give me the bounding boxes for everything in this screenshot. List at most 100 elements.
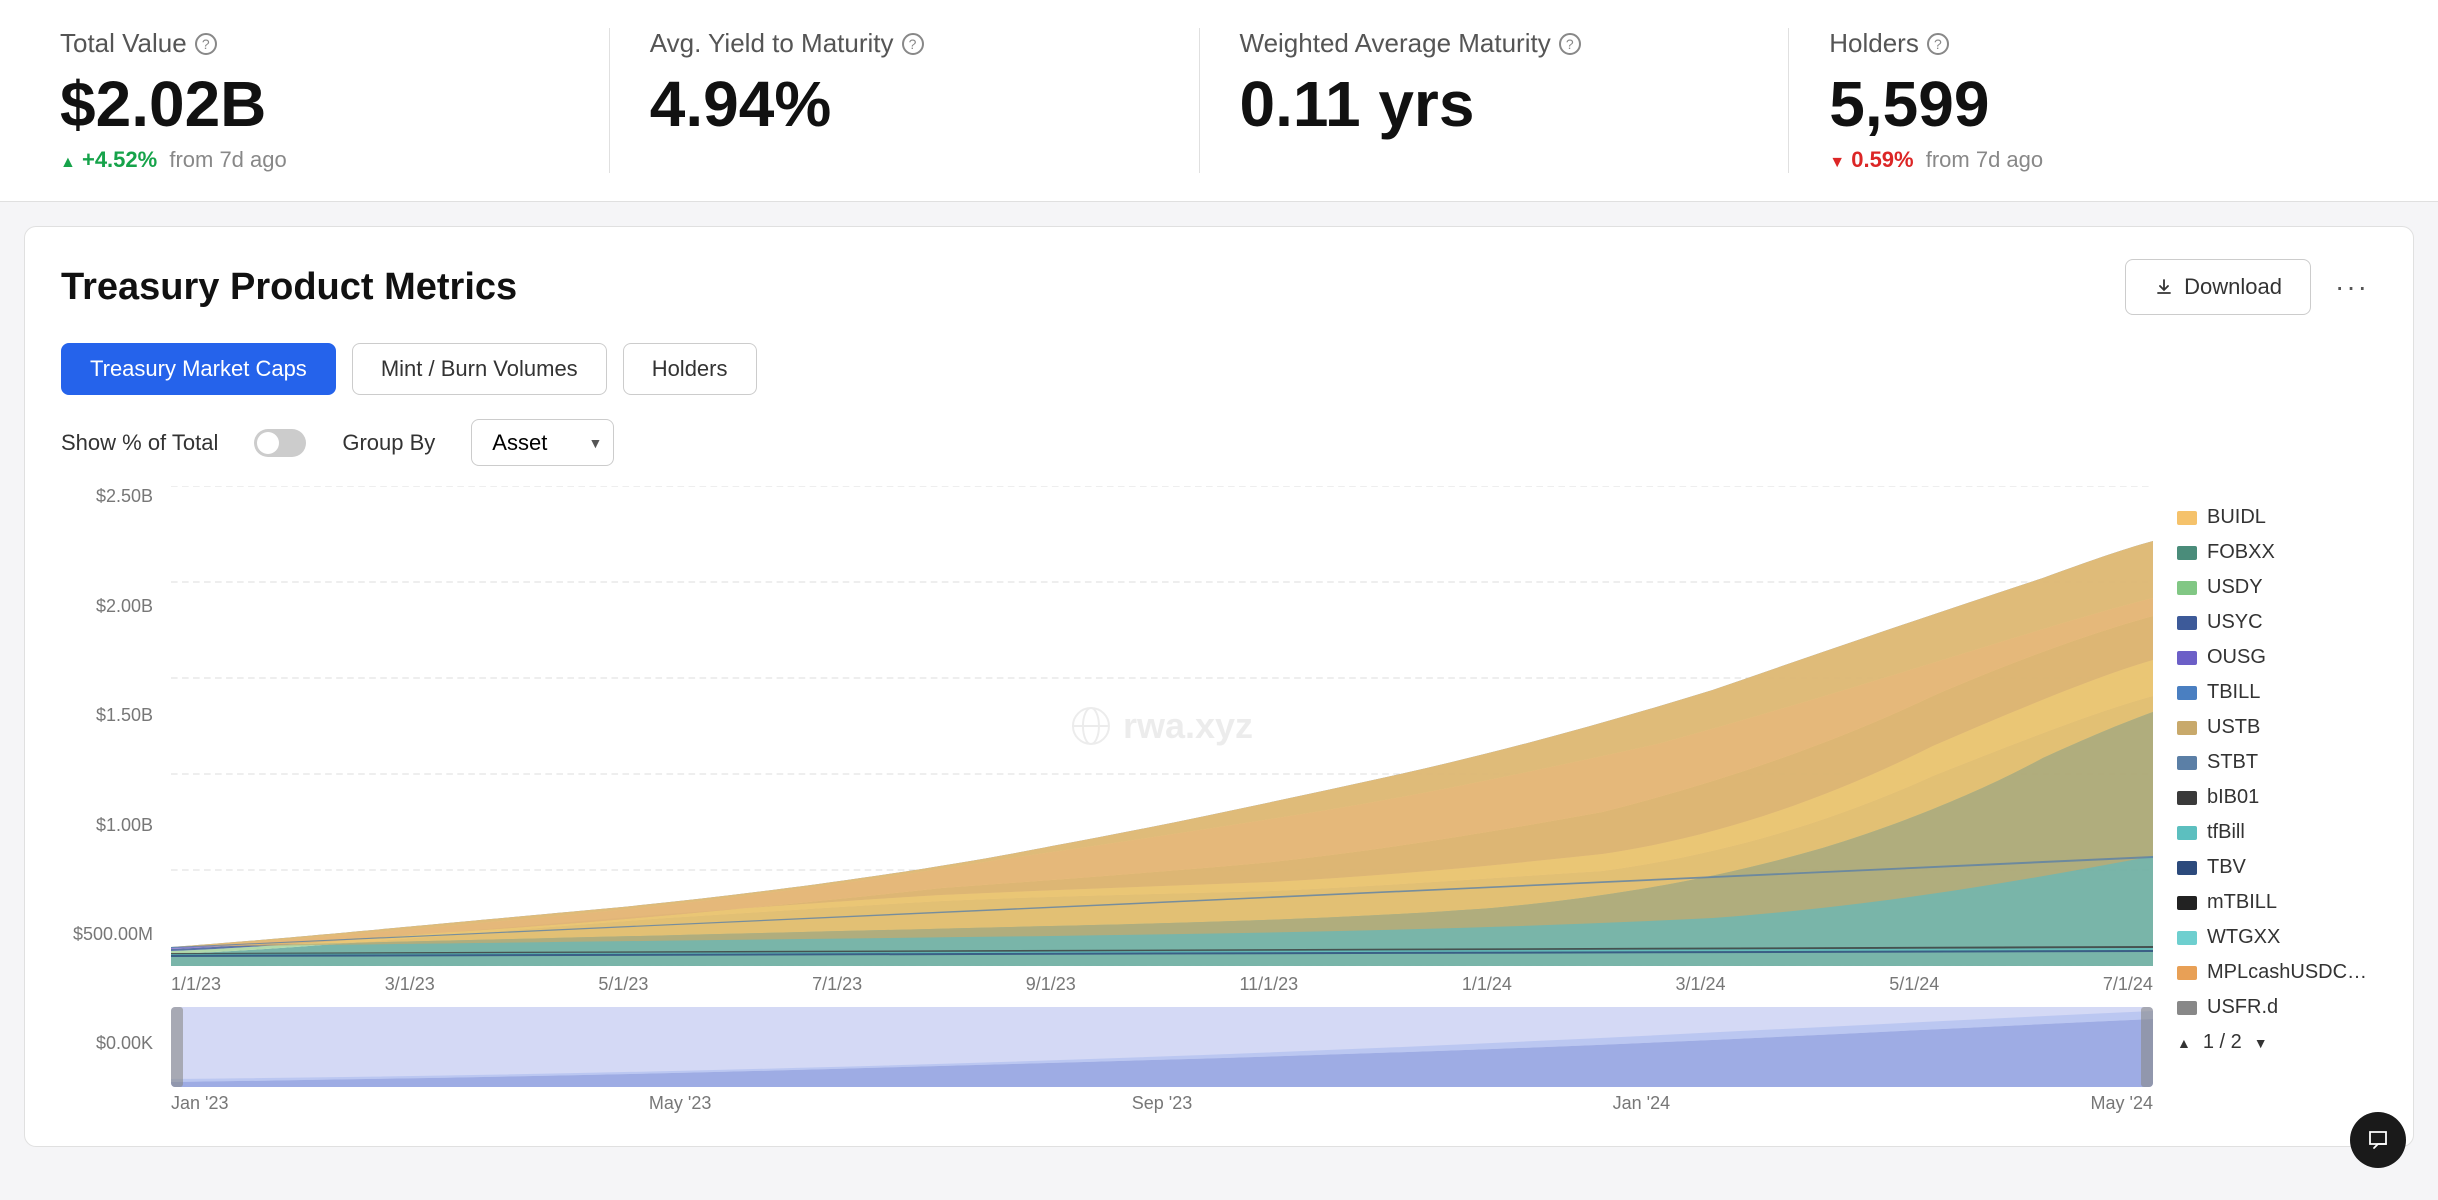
legend-label-USTB: USTB [2207,716,2260,739]
avg-yield-info-icon[interactable]: ? [902,33,924,55]
mini-chart-svg [171,1007,2153,1087]
metric-holders: Holders ? 5,599 0.59% from 7d ago [1789,28,2378,173]
mini-x-label-0: Jan '23 [171,1093,228,1114]
group-by-select-wrapper[interactable]: Asset Protocol Chain [471,419,614,466]
legend-items: BUIDLFOBXXUSDYUSYCOUSGTBILLUSTBSTBTbIB01… [2177,506,2377,1019]
tab-mint-burn-volumes[interactable]: Mint / Burn Volumes [352,343,607,395]
legend-item-usdy: USDY [2177,576,2377,599]
x-label-7: 3/1/24 [1676,974,1726,995]
more-options-button[interactable]: ··· [2327,263,2377,311]
tab-holders[interactable]: Holders [623,343,757,395]
y-label-100: $1.00B [61,815,153,836]
legend-item-tbv: TBV [2177,856,2377,879]
legend-pagination: ▲ 1 / 2 ▼ [2177,1031,2377,1054]
legend-label-BUIDL: BUIDL [2207,506,2266,529]
x-label-4: 9/1/23 [1026,974,1076,995]
mini-chart-handle-left[interactable] [171,1007,183,1087]
legend-label-FOBXX: FOBXX [2207,541,2275,564]
chart-area: $2.50B $2.00B $1.50B $1.00B $500.00M $0.… [61,486,2377,1114]
x-axis: 1/1/23 3/1/23 5/1/23 7/1/23 9/1/23 11/1/… [171,966,2153,995]
total-value-up-arrow [60,147,76,172]
legend-label-USFR.d: USFR.d [2207,996,2278,1019]
legend-swatch-STBT [2177,756,2197,770]
y-label-500m: $500.00M [61,924,153,945]
legend-label-TBV: TBV [2207,856,2246,879]
group-by-label: Group By [342,430,435,456]
total-value-info-icon[interactable]: ? [195,33,217,55]
legend-item-ousg: OUSG [2177,646,2377,669]
weighted-maturity-info-icon[interactable]: ? [1559,33,1581,55]
mini-x-label-2: Sep '23 [1132,1093,1193,1114]
legend-item-usyc: USYC [2177,611,2377,634]
chart-tabs: Treasury Market Caps Mint / Burn Volumes… [61,343,2377,395]
legend-swatch-mTBILL [2177,896,2197,910]
show-pct-toggle[interactable] [254,429,306,457]
legend-item-tfbill: tfBill [2177,821,2377,844]
mini-x-label-3: Jan '24 [1613,1093,1670,1114]
legend-swatch-USFR.d [2177,1001,2197,1015]
y-label-0: $0.00K [61,1033,153,1054]
legend-label-USDY: USDY [2207,576,2263,599]
legend-label-USYC: USYC [2207,611,2263,634]
mini-chart[interactable] [171,1007,2153,1087]
holders-change: 0.59% from 7d ago [1829,147,2338,173]
legend-swatch-USYC [2177,616,2197,630]
legend-page-indicator: 1 / 2 [2203,1031,2242,1054]
mini-x-label-1: May '23 [649,1093,711,1114]
legend-label-STBT: STBT [2207,751,2258,774]
chart-title: Treasury Product Metrics [61,266,517,309]
chat-button[interactable] [2350,1112,2406,1168]
legend-label-WTGXX: WTGXX [2207,926,2280,949]
mini-chart-handle-right[interactable] [2141,1007,2153,1087]
legend-item-ustb: USTB [2177,716,2377,739]
metric-avg-yield: Avg. Yield to Maturity ? 4.94% [610,28,1200,173]
legend-swatch-WTGXX [2177,931,2197,945]
chart-section: Treasury Product Metrics Download ··· Tr… [24,226,2414,1147]
total-value-amount: $2.02B [60,69,569,139]
x-label-0: 1/1/23 [171,974,221,995]
metric-total-value-label: Total Value ? [60,28,569,59]
legend-item-stbt: STBT [2177,751,2377,774]
legend-prev-arrow[interactable]: ▲ [2177,1035,2191,1051]
download-icon [2154,277,2174,297]
x-label-5: 11/1/23 [1239,974,1298,995]
legend-swatch-USTB [2177,721,2197,735]
legend-item-buidl: BUIDL [2177,506,2377,529]
legend-swatch-tfBill [2177,826,2197,840]
holders-value: 5,599 [1829,69,2338,139]
avg-yield-value: 4.94% [650,69,1159,139]
mini-x-label-4: May '24 [2091,1093,2153,1114]
legend-swatch-FOBXX [2177,546,2197,560]
download-button[interactable]: Download [2125,259,2311,315]
metric-weighted-maturity-label: Weighted Average Maturity ? [1240,28,1749,59]
chart-legend: BUIDLFOBXXUSDYUSYCOUSGTBILLUSTBSTBTbIB01… [2177,486,2377,1114]
metric-total-value: Total Value ? $2.02B +4.52% from 7d ago [60,28,610,173]
legend-swatch-TBV [2177,861,2197,875]
chart-plot: rwa.xyz [171,486,2153,966]
x-label-8: 5/1/24 [1889,974,1939,995]
legend-item-fobxx: FOBXX [2177,541,2377,564]
legend-swatch-bIB01 [2177,791,2197,805]
legend-swatch-TBILL [2177,686,2197,700]
y-label-200: $2.00B [61,596,153,617]
group-by-select[interactable]: Asset Protocol Chain [471,419,614,466]
chart-header: Treasury Product Metrics Download ··· [61,259,2377,315]
legend-next-arrow[interactable]: ▼ [2254,1035,2268,1051]
legend-swatch-BUIDL [2177,511,2197,525]
weighted-maturity-value: 0.11 yrs [1240,69,1749,139]
legend-swatch-OUSG [2177,651,2197,665]
x-label-3: 7/1/23 [812,974,862,995]
y-label-150: $1.50B [61,705,153,726]
y-axis: $2.50B $2.00B $1.50B $1.00B $500.00M $0.… [61,486,161,1054]
legend-label-TBILL: TBILL [2207,681,2260,704]
chart-main: $2.50B $2.00B $1.50B $1.00B $500.00M $0.… [61,486,2153,1114]
x-label-6: 1/1/24 [1462,974,1512,995]
tab-treasury-market-caps[interactable]: Treasury Market Caps [61,343,336,395]
top-metrics-bar: Total Value ? $2.02B +4.52% from 7d ago … [0,0,2438,202]
legend-label-OUSG: OUSG [2207,646,2266,669]
holders-info-icon[interactable]: ? [1927,33,1949,55]
x-label-1: 3/1/23 [385,974,435,995]
y-label-250: $2.50B [61,486,153,507]
mini-x-axis: Jan '23 May '23 Sep '23 Jan '24 May '24 [171,1087,2153,1114]
legend-item-wtgxx: WTGXX [2177,926,2377,949]
